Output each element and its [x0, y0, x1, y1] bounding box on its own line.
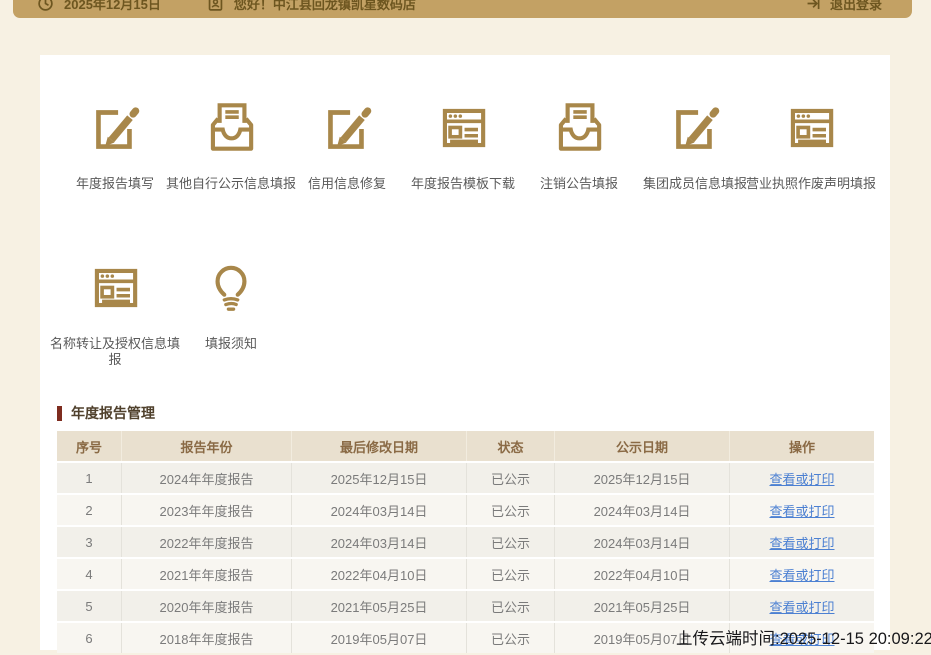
- inbox-document-icon: [200, 97, 262, 159]
- pencil-square-icon: [664, 97, 726, 159]
- cell-index: 4: [57, 559, 122, 589]
- view-print-link[interactable]: 查看或打印: [769, 568, 834, 583]
- greeting-text: 您好！中江县回龙镇凯星数码店: [234, 0, 416, 13]
- content-card: 年度报告填写 其他自行公示信息填报 信用信息修复 年度报告模板下载 注销公告填报…: [40, 55, 890, 650]
- user-badge-icon: [207, 0, 224, 12]
- cell-report-year: 2021年年度报告: [122, 559, 292, 589]
- cell-index: 2: [57, 495, 122, 525]
- cell-status: 已公示: [467, 559, 555, 589]
- table-row: 3 2022年年度报告 2024年03月14日 已公示 2024年03月14日 …: [57, 527, 874, 557]
- menu-item-report-template-download[interactable]: 年度报告模板下载: [405, 97, 521, 257]
- table-header-row: 序号 报告年份 最后修改日期 状态 公示日期 操作: [57, 431, 874, 461]
- cell-index: 6: [57, 623, 122, 653]
- header-last-modified: 最后修改日期: [292, 431, 467, 461]
- cell-status: 已公示: [467, 527, 555, 557]
- menu-item-label: 年度报告填写: [48, 176, 182, 192]
- header-operation: 操作: [730, 431, 874, 461]
- header-status: 状态: [467, 431, 555, 461]
- menu-item-other-publicity-info[interactable]: 其他自行公示信息填报: [173, 97, 289, 257]
- browser-template-icon: [780, 97, 842, 159]
- logout-button[interactable]: 退出登录: [805, 0, 882, 13]
- view-print-link[interactable]: 查看或打印: [769, 600, 834, 615]
- menu-item-label: 信用信息修复: [280, 176, 414, 192]
- cell-publicity-date: 2025年12月15日: [555, 463, 730, 493]
- menu-item-label: 填报须知: [164, 336, 298, 352]
- cell-publicity-date: 2024年03月14日: [555, 495, 730, 525]
- table-row: 2 2023年年度报告 2024年03月14日 已公示 2024年03月14日 …: [57, 495, 874, 525]
- header-publicity-date: 公示日期: [555, 431, 730, 461]
- browser-template-icon: [432, 97, 494, 159]
- cell-index: 3: [57, 527, 122, 557]
- cell-publicity-date: 2022年04月10日: [555, 559, 730, 589]
- cell-report-year: 2020年年度报告: [122, 591, 292, 621]
- view-print-link[interactable]: 查看或打印: [769, 472, 834, 487]
- pencil-square-icon: [84, 97, 146, 159]
- menu-item-cancellation-notice[interactable]: 注销公告填报: [521, 97, 637, 257]
- watermark-text: 上传云端时间:2025-12-15 20:09:22: [676, 625, 931, 649]
- menu-item-label: 注销公告填报: [512, 176, 646, 192]
- menu-item-name-transfer-authorization[interactable]: 名称转让及授权信息填报: [57, 257, 173, 417]
- page: 2025年12月15日 您好！中江县回龙镇凯星数码店 退出登录 年度报告填写 其…: [0, 0, 931, 650]
- menu-item-license-invalidation[interactable]: 营业执照作废声明填报: [753, 97, 869, 257]
- menu-item-group-member-info[interactable]: 集团成员信息填报: [637, 97, 753, 257]
- menu-item-credit-repair[interactable]: 信用信息修复: [289, 97, 405, 257]
- topbar: 2025年12月15日 您好！中江县回龙镇凯星数码店 退出登录: [13, 0, 912, 18]
- cell-report-year: 2024年年度报告: [122, 463, 292, 493]
- cell-last-modified: 2019年05月07日: [292, 623, 467, 653]
- logout-icon: [805, 0, 822, 12]
- view-print-link[interactable]: 查看或打印: [769, 536, 834, 551]
- cell-report-year: 2018年年度报告: [122, 623, 292, 653]
- view-print-link[interactable]: 查看或打印: [769, 504, 834, 519]
- menu-item-label: 其他自行公示信息填报: [164, 176, 298, 192]
- menu-item-annual-report-fill[interactable]: 年度报告填写: [57, 97, 173, 257]
- annual-report-table: 序号 报告年份 最后修改日期 状态 公示日期 操作 1 2024年年度报告 20…: [57, 429, 874, 655]
- menu-item-label: 名称转让及授权信息填报: [48, 336, 182, 369]
- inbox-document-icon: [548, 97, 610, 159]
- cell-index: 5: [57, 591, 122, 621]
- cell-status: 已公示: [467, 495, 555, 525]
- menu-item-filing-instructions[interactable]: 填报须知: [173, 257, 289, 417]
- annual-report-section: 年度报告管理 序号 报告年份 最后修改日期 状态 公示日期 操作: [40, 403, 890, 655]
- cell-last-modified: 2024年03月14日: [292, 527, 467, 557]
- cell-status: 已公示: [467, 591, 555, 621]
- menu-item-label: 年度报告模板下载: [396, 176, 530, 192]
- cell-last-modified: 2024年03月14日: [292, 495, 467, 525]
- cell-index: 1: [57, 463, 122, 493]
- pencil-square-icon: [316, 97, 378, 159]
- current-date: 2025年12月15日: [64, 0, 161, 13]
- header-report-year: 报告年份: [122, 431, 292, 461]
- cell-status: 已公示: [467, 623, 555, 653]
- cell-report-year: 2022年年度报告: [122, 527, 292, 557]
- menu-item-label: 营业执照作废声明填报: [744, 176, 878, 192]
- table-row: 1 2024年年度报告 2025年12月15日 已公示 2025年12月15日 …: [57, 463, 874, 493]
- cell-last-modified: 2022年04月10日: [292, 559, 467, 589]
- clock-icon: [37, 0, 54, 12]
- lightbulb-icon: [200, 257, 262, 319]
- browser-template-icon: [84, 257, 146, 319]
- cell-publicity-date: 2021年05月25日: [555, 591, 730, 621]
- menu-item-label: 集团成员信息填报: [628, 176, 762, 192]
- table-row: 5 2020年年度报告 2021年05月25日 已公示 2021年05月25日 …: [57, 591, 874, 621]
- cell-report-year: 2023年年度报告: [122, 495, 292, 525]
- logout-label: 退出登录: [830, 0, 882, 13]
- section-title-text: 年度报告管理: [71, 403, 155, 423]
- cell-status: 已公示: [467, 463, 555, 493]
- table-row: 4 2021年年度报告 2022年04月10日 已公示 2022年04月10日 …: [57, 559, 874, 589]
- cell-last-modified: 2025年12月15日: [292, 463, 467, 493]
- cell-publicity-date: 2024年03月14日: [555, 527, 730, 557]
- section-title-bar: [57, 406, 62, 421]
- cell-last-modified: 2021年05月25日: [292, 591, 467, 621]
- menu-grid: 年度报告填写 其他自行公示信息填报 信用信息修复 年度报告模板下载 注销公告填报…: [40, 55, 873, 417]
- header-index: 序号: [57, 431, 122, 461]
